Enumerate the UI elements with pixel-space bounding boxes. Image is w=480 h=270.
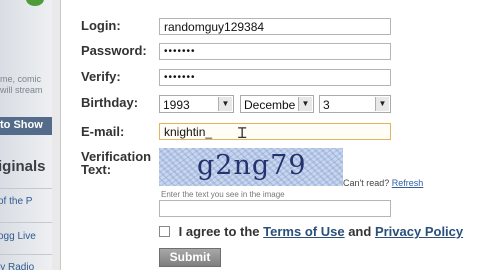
birth-year-select[interactable]: 1993 ▼ (159, 95, 234, 113)
birth-month-value: Decembe (244, 98, 296, 112)
captcha-text: g2ng79 (197, 150, 307, 181)
terms-agreement: I agree to the Terms of Use and Privacy … (159, 224, 463, 239)
divider (0, 188, 52, 189)
show-button[interactable]: to Show (0, 117, 52, 135)
agree-checkbox[interactable] (159, 226, 170, 237)
captcha-input[interactable] (159, 200, 391, 217)
birth-month-select[interactable]: Decembe ▼ (240, 95, 314, 113)
ghost-text: will stream (0, 85, 43, 95)
divider (0, 254, 52, 255)
sidebar-link[interactable]: ogg Live (0, 231, 36, 242)
agree-text: I agree to the (178, 224, 260, 239)
login-label: Login: (81, 18, 121, 33)
submit-button[interactable]: Submit (159, 248, 221, 267)
privacy-policy-link[interactable]: Privacy Policy (375, 224, 463, 239)
dropdown-arrow-icon: ▼ (298, 97, 312, 111)
sidebar-link[interactable]: ly Radio (0, 262, 34, 270)
email-label: E-mail: (81, 124, 125, 139)
agree-and-text: and (348, 224, 372, 239)
captcha-hint: Enter the text you see in the image (161, 190, 285, 199)
dropdown-arrow-icon: ▼ (218, 97, 232, 111)
originals-heading: iginals (0, 158, 46, 175)
captcha-image: g2ng79 (159, 148, 343, 186)
email-input[interactable]: knightin_ (159, 123, 391, 140)
sidebar-link[interactable]: of the P (0, 196, 32, 207)
birth-day-value: 3 (323, 98, 330, 112)
text-cursor-icon: Ɪ (238, 125, 247, 142)
refresh-captcha-link[interactable]: Refresh (392, 178, 424, 188)
cant-read-prompt: Can't read? Refresh (343, 178, 423, 188)
ghost-text: me, comic (0, 74, 42, 84)
divider (0, 222, 52, 223)
background-site-sidebar: me, comic will stream to Show iginals of… (0, 0, 52, 270)
verification-label-line2: Text: (81, 162, 112, 177)
login-input[interactable]: randomguy129384 (159, 18, 391, 35)
verify-password-input[interactable]: ••••••• (159, 69, 391, 86)
birth-year-value: 1993 (163, 98, 190, 112)
verify-label: Verify: (81, 69, 121, 84)
password-input[interactable]: ••••••• (159, 43, 391, 60)
dropdown-arrow-icon: ▼ (375, 97, 389, 111)
verification-label: Verification Text: (81, 150, 151, 176)
cant-read-text: Can't read? (343, 178, 390, 188)
logo-fragment (26, 0, 44, 6)
registration-form: Login: randomguy129384 Password: •••••••… (60, 0, 480, 270)
password-label: Password: (81, 43, 147, 58)
birthday-label: Birthday: (81, 95, 139, 110)
birth-day-select[interactable]: 3 ▼ (319, 95, 391, 113)
terms-of-use-link[interactable]: Terms of Use (263, 224, 344, 239)
